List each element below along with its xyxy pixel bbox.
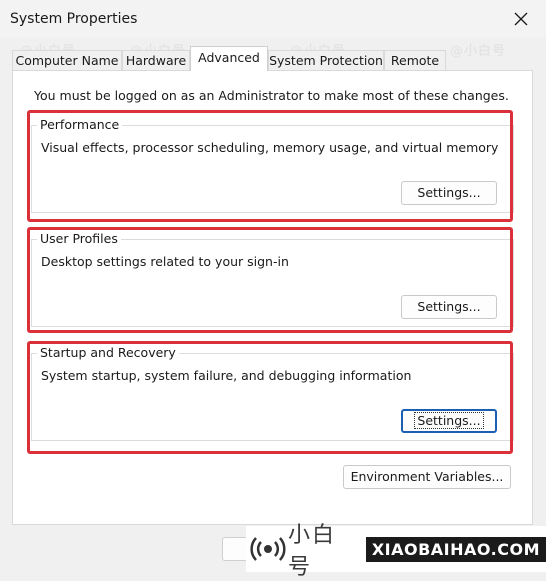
tab-system-protection[interactable]: System Protection [268,50,384,70]
environment-variables-button[interactable]: Environment Variables... [343,465,511,489]
tab-advanced[interactable]: Advanced [190,46,268,71]
user-profiles-description: Desktop settings related to your sign-in [41,254,289,269]
performance-description: Visual effects, processor scheduling, me… [41,140,499,155]
performance-group: Performance Visual effects, processor sc… [31,117,514,213]
startup-recovery-group: Startup and Recovery System startup, sys… [31,345,514,441]
admin-notice: You must be logged on as an Administrato… [34,88,509,103]
close-icon [514,12,528,26]
tab-hardware[interactable]: Hardware [122,50,190,70]
startup-recovery-title: Startup and Recovery [37,345,179,360]
watermark-english: XIAOBAIHAO.COM [365,536,546,562]
user-profiles-title: User Profiles [37,231,121,246]
tab-computer-name[interactable]: Computer Name [12,50,122,70]
title-bar: System Properties [0,0,546,38]
performance-title: Performance [37,117,123,132]
startup-recovery-description: System startup, system failure, and debu… [41,368,412,383]
user-profiles-group: User Profiles Desktop settings related t… [31,231,514,327]
tab-remote[interactable]: Remote [384,50,446,70]
advanced-panel: You must be logged on as an Administrato… [12,70,533,525]
user-profiles-settings-button[interactable]: Settings... [401,295,497,319]
performance-settings-button[interactable]: Settings... [401,181,497,205]
window-title: System Properties [10,11,138,27]
watermark-logo: 小白号 XIAOBAIHAO.COM [246,523,546,580]
close-button[interactable] [504,4,538,34]
watermark-chinese: 小白号 [287,523,336,580]
startup-recovery-settings-button[interactable]: Settings... [401,409,497,433]
broadcast-icon [250,537,286,561]
